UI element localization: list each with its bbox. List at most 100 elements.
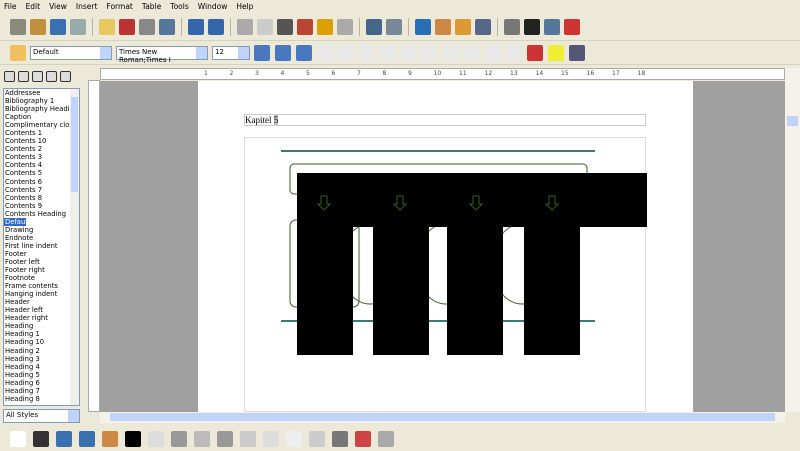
align-center-icon[interactable]	[338, 44, 354, 61]
increase-indent-icon[interactable]	[506, 44, 522, 61]
style-item[interactable]: Heading 3	[4, 355, 79, 363]
navigator-icon[interactable]	[435, 18, 451, 35]
open-icon[interactable]	[30, 18, 46, 35]
font-name-select[interactable]: Times New Roman;Times I	[116, 45, 208, 64]
horizontal-ruler[interactable]: 1 2 3 4 5 6 7 8 9 10 11 12 13 14 15 16 17 18	[100, 68, 785, 80]
ltr-icon[interactable]	[401, 44, 417, 61]
style-item[interactable]: Heading 1	[4, 330, 79, 338]
block-arrows-icon[interactable]	[217, 431, 233, 447]
style-item[interactable]: Heading 7	[4, 387, 79, 395]
style-item[interactable]: Heading	[4, 322, 79, 330]
select-icon[interactable]	[10, 431, 26, 447]
style-item[interactable]: Heading 2	[4, 347, 79, 355]
callout-icon[interactable]	[148, 431, 164, 447]
font-color-icon[interactable]	[527, 44, 543, 61]
style-item[interactable]: Heading 6	[4, 379, 79, 387]
fontwork-icon[interactable]	[332, 431, 348, 447]
highlight-icon[interactable]	[548, 44, 564, 61]
align-left-icon[interactable]	[317, 44, 333, 61]
style-item[interactable]: Heading 10	[4, 338, 79, 346]
italic-icon[interactable]	[275, 44, 291, 61]
format-paintbrush-icon[interactable]	[297, 18, 313, 35]
justify-icon[interactable]	[380, 44, 396, 61]
style-item[interactable]: Header left	[4, 306, 79, 314]
numbering-icon[interactable]	[443, 44, 459, 61]
style-item[interactable]: Contents 7	[4, 186, 79, 194]
decrease-indent-icon[interactable]	[485, 44, 501, 61]
text-icon[interactable]	[125, 431, 141, 447]
style-item[interactable]: Contents 2	[4, 145, 79, 153]
style-item[interactable]: Heading 4	[4, 363, 79, 371]
style-item[interactable]: Heading 5	[4, 371, 79, 379]
style-item[interactable]: Bibliography Heading	[4, 105, 79, 113]
style-item[interactable]: Caption	[4, 113, 79, 121]
style-item[interactable]: Contents 4	[4, 161, 79, 169]
style-item[interactable]: First line indent	[4, 242, 79, 250]
menu-file[interactable]: File	[4, 2, 17, 11]
paragraph-styles-icon[interactable]	[4, 71, 15, 82]
drawing-frame[interactable]	[244, 137, 647, 412]
style-item[interactable]: Contents Heading	[4, 210, 79, 218]
zoom-icon[interactable]	[544, 18, 560, 35]
style-item[interactable]: Footer right	[4, 266, 79, 274]
menu-format[interactable]: Format	[106, 2, 132, 11]
callouts-icon[interactable]	[263, 431, 279, 447]
horizontal-scrollbar[interactable]	[100, 412, 785, 423]
datasource-icon[interactable]	[504, 18, 520, 35]
style-item[interactable]: Contents 1	[4, 129, 79, 137]
from-file-icon[interactable]	[355, 431, 371, 447]
line-icon[interactable]	[33, 431, 49, 447]
style-item[interactable]: Contents 10	[4, 137, 79, 145]
background-color-icon[interactable]	[569, 44, 585, 61]
flowchart-icon[interactable]	[240, 431, 256, 447]
style-item[interactable]: Contents 6	[4, 178, 79, 186]
style-item[interactable]: Drawing	[4, 226, 79, 234]
page[interactable]: Kapitel 5	[198, 81, 693, 412]
edit-file-icon[interactable]	[99, 18, 115, 35]
list-styles-icon[interactable]	[60, 71, 71, 82]
autospellcheck-icon[interactable]	[208, 18, 224, 35]
vertical-ruler[interactable]	[88, 80, 100, 412]
cut-icon[interactable]	[237, 18, 253, 35]
underline-icon[interactable]	[296, 44, 312, 61]
undo-icon[interactable]	[317, 18, 333, 35]
font-size-select[interactable]: 12	[212, 45, 250, 60]
ellipse-icon[interactable]	[79, 431, 95, 447]
style-item[interactable]: Header	[4, 298, 79, 306]
style-item[interactable]: Frame contents	[4, 282, 79, 290]
basic-shapes-icon[interactable]	[171, 431, 187, 447]
menu-window[interactable]: Window	[198, 2, 228, 11]
menu-table[interactable]: Table	[142, 2, 161, 11]
style-item[interactable]: Contents 9	[4, 202, 79, 210]
style-item[interactable]: Default	[4, 217, 30, 226]
points-icon[interactable]	[309, 431, 325, 447]
style-item[interactable]: Bibliography 1	[4, 97, 79, 105]
print-icon[interactable]	[139, 18, 155, 35]
show-draw-functions-icon[interactable]	[415, 18, 431, 35]
menu-view[interactable]: View	[49, 2, 67, 11]
frame-styles-icon[interactable]	[32, 71, 43, 82]
help-icon[interactable]	[564, 18, 580, 35]
redo-icon[interactable]	[337, 18, 353, 35]
stars-icon[interactable]	[286, 431, 302, 447]
menu-tools[interactable]: Tools	[170, 2, 188, 11]
stylist-toggle-icon[interactable]	[10, 44, 26, 61]
style-item[interactable]: Contents 3	[4, 153, 79, 161]
style-item[interactable]: Complimentary close	[4, 121, 79, 129]
copy-icon[interactable]	[257, 18, 273, 35]
rectangle-icon[interactable]	[56, 431, 72, 447]
paste-icon[interactable]	[277, 18, 293, 35]
symbol-shapes-icon[interactable]	[194, 431, 210, 447]
rtl-icon[interactable]	[422, 44, 438, 61]
vertical-scrollbar[interactable]	[785, 68, 800, 412]
style-item[interactable]: Header right	[4, 314, 79, 322]
character-styles-icon[interactable]	[18, 71, 29, 82]
menu-edit[interactable]: Edit	[26, 2, 41, 11]
menu-help[interactable]: Help	[236, 2, 253, 11]
new-icon[interactable]	[10, 18, 26, 35]
save-icon[interactable]	[50, 18, 66, 35]
page-styles-icon[interactable]	[46, 71, 57, 82]
header-field[interactable]: Kapitel 5	[244, 114, 646, 126]
style-item[interactable]: Footer left	[4, 258, 79, 266]
style-list[interactable]: Addressee Bibliography 1 Bibliography Head…	[3, 88, 80, 406]
